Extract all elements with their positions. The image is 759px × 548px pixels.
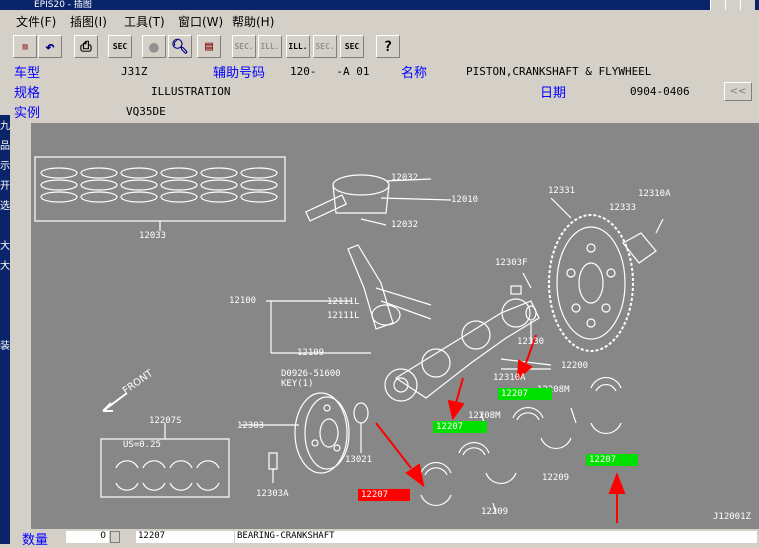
crank-pulley <box>241 392 369 483</box>
highlight-12207-red[interactable]: 12207 <box>358 489 410 501</box>
example-value: VQ35DE <box>126 105 166 118</box>
document-icon[interactable]: ▤ <box>197 35 221 58</box>
detail-bar: 数量 0 12207 BEARING-CRANKSHAFT <box>10 529 759 548</box>
part-label-12109[interactable]: 12109 <box>297 348 324 358</box>
part-label-12111l[interactable]: 12111L <box>327 297 360 307</box>
part-label-13021[interactable]: 13021 <box>345 455 372 465</box>
part-label-12032[interactable]: 12032 <box>391 173 418 183</box>
illustration-canvas[interactable]: 12033 12032 12010 12032 12331 12310A 123… <box>31 123 759 529</box>
undersize-label: US=0.25 <box>123 440 161 450</box>
part-label-12207s[interactable]: 12207S <box>149 416 182 426</box>
menu-bar: 文件(F) 插图(I) 工具(T) 窗口(W) 帮助(H) <box>0 10 759 30</box>
undersize-bearings <box>115 460 220 491</box>
left-strip-item: 品 <box>0 141 10 152</box>
aux-number-label: 辅助号码 <box>213 66 266 81</box>
name-label: 名称 <box>401 66 428 81</box>
part-label-12111l-b[interactable]: 12111L <box>327 311 360 321</box>
sec-query-button[interactable]: SEC <box>340 35 364 58</box>
spec-label: 规格 <box>14 86 41 101</box>
left-strip-item: 装 <box>0 341 10 352</box>
part-label-12310a-hidden[interactable]: 12310A <box>493 373 526 383</box>
part-label-12208m-b[interactable]: 12208M <box>468 411 501 421</box>
help-icon[interactable]: ? <box>376 35 400 58</box>
left-strip-item: 选 <box>0 201 10 212</box>
piston <box>304 174 452 226</box>
qty-spinner[interactable] <box>110 531 120 543</box>
maximize-button[interactable] <box>725 0 740 10</box>
search-icon[interactable]: 🔍︎ <box>168 35 192 58</box>
minimize-button[interactable] <box>710 0 725 10</box>
date-label: 日期 <box>540 86 567 101</box>
nav-back-button[interactable]: << <box>724 82 752 101</box>
menu-file[interactable]: 文件(F) <box>16 13 56 30</box>
menu-window[interactable]: 窗口(W) <box>178 13 223 30</box>
name-value: PISTON,CRANKSHAFT & FLYWHEEL <box>466 65 652 78</box>
left-strip-item: 示 <box>0 161 10 172</box>
part-label-12333[interactable]: 12333 <box>609 203 636 213</box>
left-strip-item: 开 <box>0 181 10 192</box>
part-label-12209-b[interactable]: 12209 <box>481 507 508 517</box>
figure-code: J12001Z <box>713 512 751 522</box>
sec-button[interactable]: SEC <box>108 35 132 58</box>
car-type-value: J31Z <box>121 65 148 78</box>
spec-value: ILLUSTRATION <box>151 85 231 98</box>
car-type-label: 车型 <box>14 66 41 81</box>
close-button[interactable] <box>740 0 755 10</box>
print-icon[interactable]: ⎙ <box>74 35 98 58</box>
parts-diagram <box>34 156 664 523</box>
left-strip-item: 大 <box>0 241 10 252</box>
window-title: EPIS20 - 插图 <box>34 0 92 10</box>
qty-input[interactable]: 0 <box>66 531 109 543</box>
part-label-12303f[interactable]: 12303F <box>495 258 528 268</box>
menu-help[interactable]: 帮助(H) <box>232 13 274 30</box>
title-bar: EPIS20 - 插图 <box>0 0 759 10</box>
part-number-field[interactable]: 12207 <box>136 531 234 543</box>
piston-rings <box>40 167 278 203</box>
qty-label: 数量 <box>22 533 49 548</box>
book-icon[interactable]: ▥ <box>13 35 37 58</box>
part-label-12032-b[interactable]: 12032 <box>391 220 418 230</box>
next-illustration-button[interactable]: ILL. <box>286 35 310 58</box>
next-section-button[interactable]: SEC. <box>313 35 337 58</box>
part-label-12303a[interactable]: 12303A <box>256 489 289 499</box>
highlight-12207-c[interactable]: 12207 <box>586 454 638 466</box>
circle-icon[interactable]: ● <box>142 35 166 58</box>
part-label-12330[interactable]: 12330 <box>517 337 544 347</box>
part-label-key-qty: KEY(1) <box>281 379 314 389</box>
part-info-panel: 车型 J31Z 辅助号码 120- -A 01 名称 PISTON,CRANKS… <box>0 60 759 123</box>
prev-section-button[interactable]: SEC. <box>232 35 256 58</box>
aux-number-value: 120- -A 01 <box>290 65 370 78</box>
part-label-12100[interactable]: 12100 <box>229 296 256 306</box>
part-name-field[interactable]: BEARING-CRANKSHAFT <box>235 531 757 543</box>
highlight-12207-a[interactable]: 12207 <box>498 388 552 400</box>
left-strip-item: 九 <box>0 121 10 132</box>
highlight-12207-b[interactable]: 12207 <box>433 421 487 433</box>
part-label-12310a[interactable]: 12310A <box>638 189 671 199</box>
part-label-12303[interactable]: 12303 <box>237 421 264 431</box>
part-label-12033[interactable]: 12033 <box>139 231 166 241</box>
part-label-12209[interactable]: 12209 <box>542 473 569 483</box>
part-label-12010[interactable]: 12010 <box>451 195 478 205</box>
date-value: 0904-0406 <box>630 85 690 98</box>
prev-illustration-button[interactable]: ILL. <box>258 35 282 58</box>
left-strip-item: 大 <box>0 261 10 272</box>
menu-illustration[interactable]: 插图(I) <box>70 13 107 30</box>
part-label-12331[interactable]: 12331 <box>548 186 575 196</box>
front-arrow-icon <box>102 392 128 412</box>
part-label-key[interactable]: D0926-51600 <box>281 369 341 379</box>
undo-icon[interactable]: ↶ <box>38 35 62 58</box>
menu-tools[interactable]: 工具(T) <box>124 13 165 30</box>
left-panel-strip: 九 品 示 开 选 大 大 装 <box>0 115 10 544</box>
part-label-12200[interactable]: 12200 <box>561 361 588 371</box>
flywheel <box>510 197 664 352</box>
example-label: 实例 <box>14 106 41 121</box>
